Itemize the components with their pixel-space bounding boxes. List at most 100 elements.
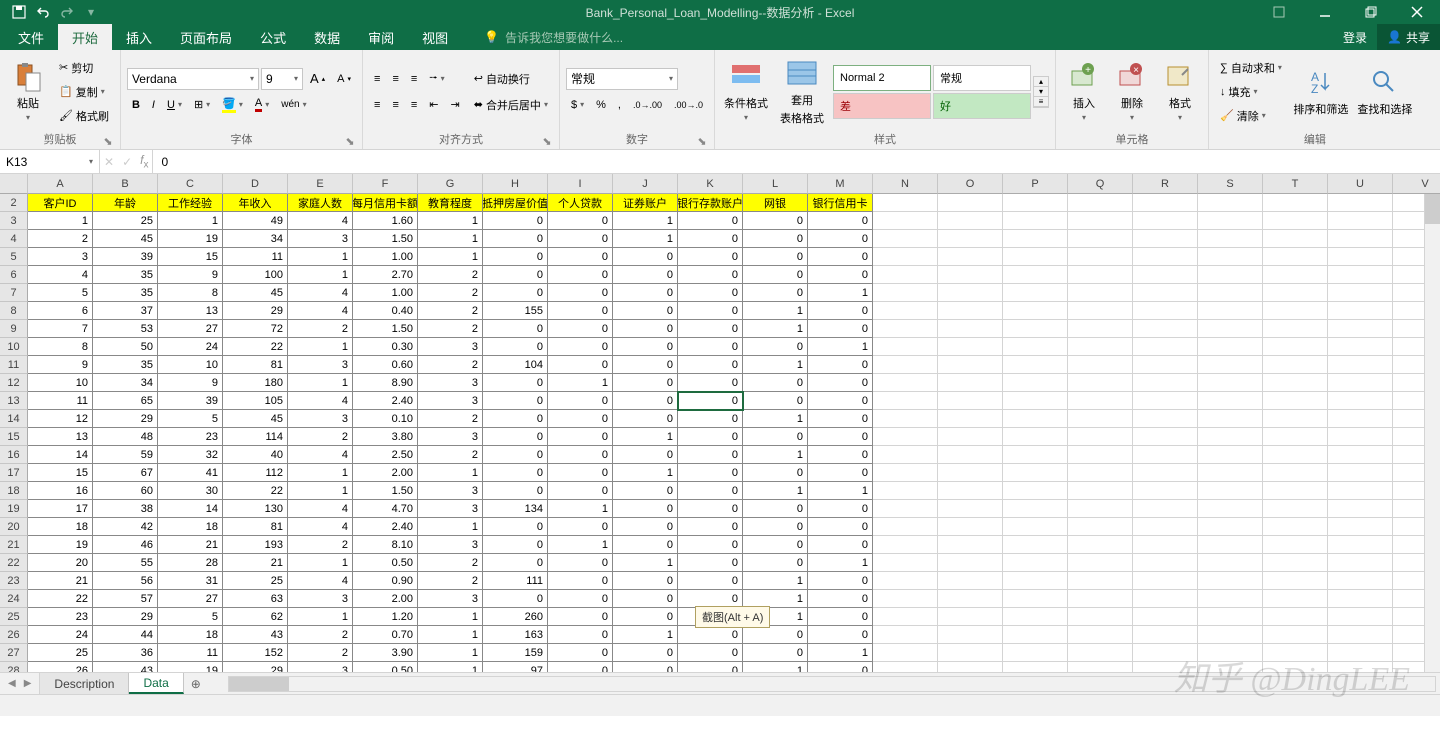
empty-cell[interactable] <box>1133 446 1198 464</box>
empty-cell[interactable] <box>1068 518 1133 536</box>
empty-cell[interactable] <box>938 482 1003 500</box>
data-cell[interactable]: 49 <box>223 212 288 230</box>
col-header-P[interactable]: P <box>1003 174 1068 194</box>
empty-cell[interactable] <box>1068 320 1133 338</box>
tell-me-search[interactable]: 💡 告诉我您想要做什么... <box>462 24 623 50</box>
data-cell[interactable]: 0 <box>808 446 873 464</box>
data-cell[interactable]: 2 <box>418 320 483 338</box>
data-cell[interactable]: 43 <box>223 626 288 644</box>
hscroll-thumb[interactable] <box>229 677 289 691</box>
empty-cell[interactable] <box>873 302 938 320</box>
empty-cell[interactable] <box>1003 302 1068 320</box>
row-header-13[interactable]: 13 <box>0 392 28 410</box>
data-cell[interactable]: 2 <box>418 266 483 284</box>
empty-cell[interactable] <box>1328 302 1393 320</box>
data-cell[interactable]: 3 <box>418 482 483 500</box>
empty-cell[interactable] <box>1328 230 1393 248</box>
data-cell[interactable]: 0 <box>678 266 743 284</box>
empty-cell[interactable] <box>1263 374 1328 392</box>
data-cell[interactable]: 2 <box>418 356 483 374</box>
empty-cell[interactable] <box>1263 482 1328 500</box>
empty-cell[interactable] <box>1198 464 1263 482</box>
data-cell[interactable]: 0 <box>678 536 743 554</box>
data-cell[interactable]: 0 <box>613 302 678 320</box>
formula-input[interactable]: 0 <box>153 150 1440 173</box>
empty-cell[interactable] <box>1133 662 1198 672</box>
data-cell[interactable]: 152 <box>223 644 288 662</box>
data-cell[interactable]: 3 <box>418 392 483 410</box>
data-cell[interactable]: 0 <box>613 284 678 302</box>
empty-cell[interactable] <box>1003 644 1068 662</box>
empty-cell[interactable] <box>1328 482 1393 500</box>
data-cell[interactable]: 0 <box>808 410 873 428</box>
empty-cell[interactable] <box>1328 248 1393 266</box>
enter-icon[interactable]: ✓ <box>122 155 132 169</box>
empty-cell[interactable] <box>1263 410 1328 428</box>
accounting-format-button[interactable]: $▾ <box>566 94 589 116</box>
empty-cell[interactable] <box>1133 554 1198 572</box>
empty-cell[interactable] <box>1068 194 1133 212</box>
data-cell[interactable]: 39 <box>93 248 158 266</box>
data-cell[interactable]: 0 <box>548 284 613 302</box>
data-cell[interactable]: 97 <box>483 662 548 672</box>
empty-cell[interactable] <box>1003 194 1068 212</box>
data-cell[interactable]: 0 <box>548 266 613 284</box>
empty-cell[interactable] <box>1133 266 1198 284</box>
data-cell[interactable]: 0 <box>483 482 548 500</box>
data-cell[interactable]: 29 <box>93 410 158 428</box>
empty-cell[interactable] <box>1133 374 1198 392</box>
data-cell[interactable]: 0.60 <box>353 356 418 374</box>
empty-cell[interactable] <box>1198 626 1263 644</box>
data-cell[interactable]: 30 <box>158 482 223 500</box>
empty-cell[interactable] <box>1328 554 1393 572</box>
data-cell[interactable]: 1 <box>288 338 353 356</box>
empty-cell[interactable] <box>873 572 938 590</box>
empty-cell[interactable] <box>1263 248 1328 266</box>
empty-cell[interactable] <box>1068 500 1133 518</box>
data-cell[interactable]: 45 <box>223 410 288 428</box>
vscroll-thumb[interactable] <box>1425 194 1440 224</box>
empty-cell[interactable] <box>1198 590 1263 608</box>
empty-cell[interactable] <box>938 428 1003 446</box>
data-cell[interactable]: 1 <box>743 662 808 672</box>
data-cell[interactable]: 0 <box>808 230 873 248</box>
data-cell[interactable]: 2 <box>288 626 353 644</box>
empty-cell[interactable] <box>1133 248 1198 266</box>
row-header-7[interactable]: 7 <box>0 284 28 302</box>
empty-cell[interactable] <box>1263 536 1328 554</box>
data-cell[interactable]: 35 <box>93 356 158 374</box>
empty-cell[interactable] <box>1133 428 1198 446</box>
data-cell[interactable]: 0 <box>613 482 678 500</box>
tab-view[interactable]: 视图 <box>408 24 462 50</box>
empty-cell[interactable] <box>873 428 938 446</box>
data-cell[interactable]: 0 <box>613 356 678 374</box>
data-cell[interactable]: 1.60 <box>353 212 418 230</box>
data-cell[interactable]: 3.90 <box>353 644 418 662</box>
col-header-S[interactable]: S <box>1198 174 1263 194</box>
data-cell[interactable]: 0 <box>808 356 873 374</box>
data-cell[interactable]: 2.40 <box>353 518 418 536</box>
data-cell[interactable]: 0 <box>678 302 743 320</box>
empty-cell[interactable] <box>1133 626 1198 644</box>
empty-cell[interactable] <box>1263 608 1328 626</box>
align-dialog-launcher[interactable]: ⬊ <box>541 135 553 147</box>
row-header-23[interactable]: 23 <box>0 572 28 590</box>
data-cell[interactable]: 1 <box>548 500 613 518</box>
data-cell[interactable]: 0 <box>483 590 548 608</box>
empty-cell[interactable] <box>1133 536 1198 554</box>
data-cell[interactable]: 0 <box>808 320 873 338</box>
empty-cell[interactable] <box>1263 446 1328 464</box>
empty-cell[interactable] <box>1328 464 1393 482</box>
data-cell[interactable]: 0 <box>548 572 613 590</box>
data-cell[interactable]: 11 <box>223 248 288 266</box>
data-cell[interactable]: 0 <box>678 482 743 500</box>
empty-cell[interactable] <box>873 284 938 302</box>
empty-cell[interactable] <box>1198 248 1263 266</box>
header-cell[interactable]: 年龄 <box>93 194 158 212</box>
row-header-12[interactable]: 12 <box>0 374 28 392</box>
empty-cell[interactable] <box>1198 428 1263 446</box>
undo-icon[interactable] <box>36 5 50 19</box>
data-cell[interactable]: 0 <box>743 212 808 230</box>
data-cell[interactable]: 0 <box>548 230 613 248</box>
tab-formulas[interactable]: 公式 <box>246 24 300 50</box>
